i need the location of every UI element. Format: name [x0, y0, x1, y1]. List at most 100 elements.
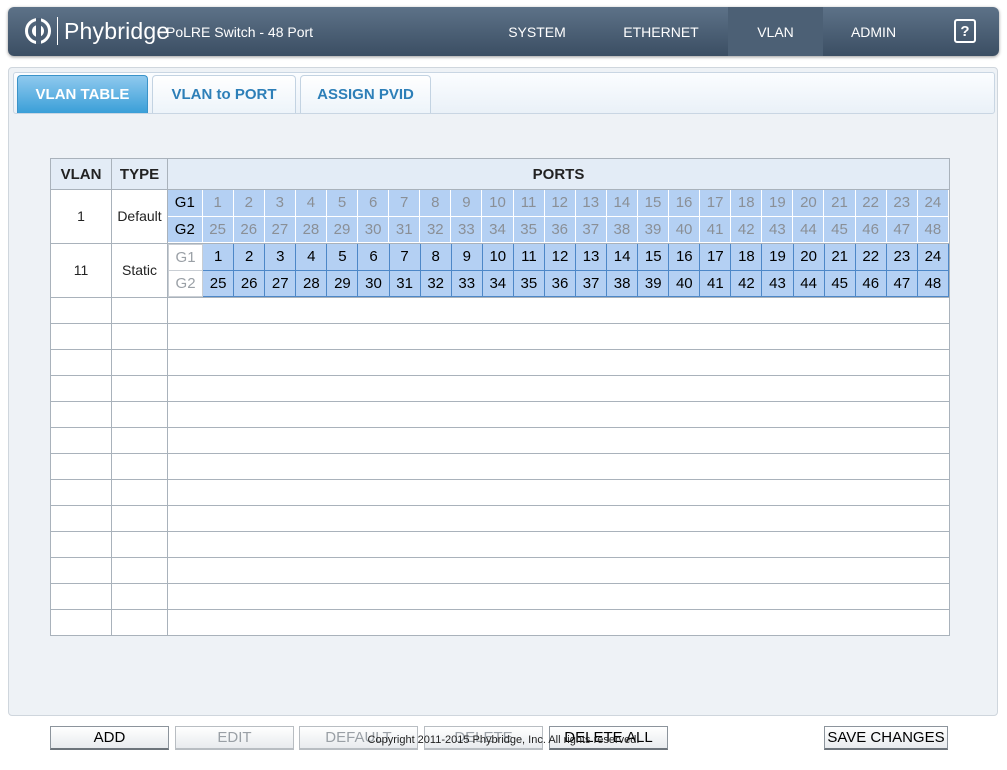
port-cell[interactable]: 21	[824, 244, 856, 271]
nav-vlan[interactable]: VLAN	[728, 7, 823, 56]
port-cell[interactable]: 7	[388, 190, 421, 217]
port-cell[interactable]: 11	[513, 190, 545, 217]
port-cell[interactable]: 8	[419, 190, 452, 217]
port-cell[interactable]: 3	[264, 244, 297, 271]
port-cell[interactable]: 3	[264, 190, 296, 217]
port-cell[interactable]: 26	[233, 270, 266, 297]
port-cell[interactable]: 15	[637, 244, 670, 271]
port-cell[interactable]: 38	[606, 216, 638, 243]
port-cell[interactable]: 12	[544, 190, 576, 217]
port-cell[interactable]: 48	[917, 270, 950, 297]
table-row[interactable]: 1 Default G1 1 2 3 4 5 6 7 8 9 10 11 12 13 14 15 16 17 18 1…	[50, 189, 950, 244]
table-row[interactable]	[50, 504, 950, 532]
table-row[interactable]	[50, 426, 950, 454]
table-row[interactable]	[50, 400, 950, 428]
table-row[interactable]	[50, 556, 950, 584]
port-cell[interactable]: 45	[824, 270, 856, 297]
nav-ethernet[interactable]: ETHERNET	[598, 7, 724, 56]
port-cell[interactable]: 42	[730, 216, 763, 243]
table-row[interactable]	[50, 530, 950, 558]
port-cell[interactable]: 39	[637, 270, 670, 297]
tab-vlan-to-port[interactable]: VLAN to PORT	[152, 75, 296, 113]
table-row[interactable]	[50, 348, 950, 376]
port-cell[interactable]: 39	[637, 216, 670, 243]
table-row[interactable]	[50, 608, 950, 636]
port-cell[interactable]: 44	[793, 270, 825, 297]
port-cell[interactable]: 16	[668, 244, 701, 271]
port-cell[interactable]: 28	[295, 216, 327, 243]
table-row[interactable]	[50, 322, 950, 350]
port-cell[interactable]: 34	[481, 216, 514, 243]
port-cell[interactable]: 36	[544, 270, 577, 297]
port-cell[interactable]: 1	[202, 244, 235, 271]
port-cell[interactable]: 14	[606, 190, 638, 217]
table-row[interactable]: 11 Static G1 1 2 3 4 5 6 7 8 9 10 11 12 13 14 15 16 17 18 1…	[50, 242, 950, 298]
help-icon[interactable]: ?	[954, 19, 976, 43]
port-cell[interactable]: 45	[823, 216, 856, 243]
port-cell[interactable]: 35	[513, 216, 545, 243]
port-cell[interactable]: 23	[886, 244, 918, 271]
port-cell[interactable]: 14	[606, 244, 639, 271]
port-cell[interactable]: 4	[295, 190, 327, 217]
port-cell[interactable]: 29	[326, 270, 359, 297]
table-row[interactable]	[50, 478, 950, 506]
port-cell[interactable]: 36	[544, 216, 576, 243]
table-row[interactable]	[50, 452, 950, 480]
port-cell[interactable]: 32	[419, 216, 452, 243]
port-cell[interactable]: 13	[575, 190, 607, 217]
port-cell[interactable]: 30	[357, 216, 390, 243]
port-cell[interactable]: 7	[389, 244, 421, 271]
port-cell[interactable]: 22	[855, 190, 887, 217]
port-cell[interactable]: 2	[233, 190, 265, 217]
tab-vlan-table[interactable]: VLAN TABLE	[17, 75, 148, 113]
port-cell[interactable]: 48	[917, 216, 950, 243]
port-cell[interactable]: 13	[575, 244, 608, 271]
port-cell[interactable]: 5	[326, 244, 359, 271]
port-cell[interactable]: 18	[730, 244, 763, 271]
port-cell[interactable]: 27	[264, 216, 296, 243]
port-cell[interactable]: 47	[886, 216, 918, 243]
port-cell[interactable]: 5	[326, 190, 359, 217]
port-cell[interactable]: 24	[917, 244, 950, 271]
port-cell[interactable]: 20	[792, 190, 825, 217]
port-cell[interactable]: 34	[482, 270, 514, 297]
port-cell[interactable]: 10	[481, 190, 514, 217]
port-cell[interactable]: 31	[389, 270, 421, 297]
port-cell[interactable]: 16	[668, 190, 701, 217]
port-cell[interactable]: 43	[761, 270, 794, 297]
port-cell[interactable]: 19	[761, 244, 794, 271]
port-cell[interactable]: 25	[202, 270, 235, 297]
port-cell[interactable]: 15	[637, 190, 670, 217]
port-cell[interactable]: 6	[357, 244, 390, 271]
port-cell[interactable]: 22	[855, 244, 887, 271]
port-cell[interactable]: 37	[575, 216, 607, 243]
port-cell[interactable]: 44	[792, 216, 825, 243]
port-cell[interactable]: 37	[575, 270, 608, 297]
table-row[interactable]	[50, 374, 950, 402]
port-cell[interactable]: 8	[420, 244, 452, 271]
port-cell[interactable]: 43	[761, 216, 794, 243]
port-cell[interactable]: 25	[202, 216, 234, 243]
port-cell[interactable]: 41	[699, 216, 732, 243]
port-cell[interactable]: 40	[668, 270, 701, 297]
table-row[interactable]	[50, 582, 950, 610]
port-cell[interactable]: 42	[730, 270, 763, 297]
port-cell[interactable]: 41	[699, 270, 732, 297]
port-cell[interactable]: 20	[793, 244, 825, 271]
port-cell[interactable]: 38	[606, 270, 639, 297]
port-cell[interactable]: 24	[917, 190, 950, 217]
port-cell[interactable]: 29	[326, 216, 359, 243]
nav-system[interactable]: SYSTEM	[485, 7, 589, 56]
port-cell[interactable]: 40	[668, 216, 701, 243]
port-cell[interactable]: 10	[482, 244, 514, 271]
port-cell[interactable]: 21	[823, 190, 856, 217]
port-cell[interactable]: 19	[761, 190, 794, 217]
port-cell[interactable]: 46	[855, 216, 887, 243]
port-cell[interactable]: 33	[451, 270, 483, 297]
port-cell[interactable]: 6	[357, 190, 390, 217]
tab-assign-pvid[interactable]: ASSIGN PVID	[300, 75, 431, 113]
port-cell[interactable]: 18	[730, 190, 763, 217]
port-cell[interactable]: 35	[513, 270, 545, 297]
port-cell[interactable]: 12	[544, 244, 577, 271]
port-cell[interactable]: 17	[699, 244, 732, 271]
